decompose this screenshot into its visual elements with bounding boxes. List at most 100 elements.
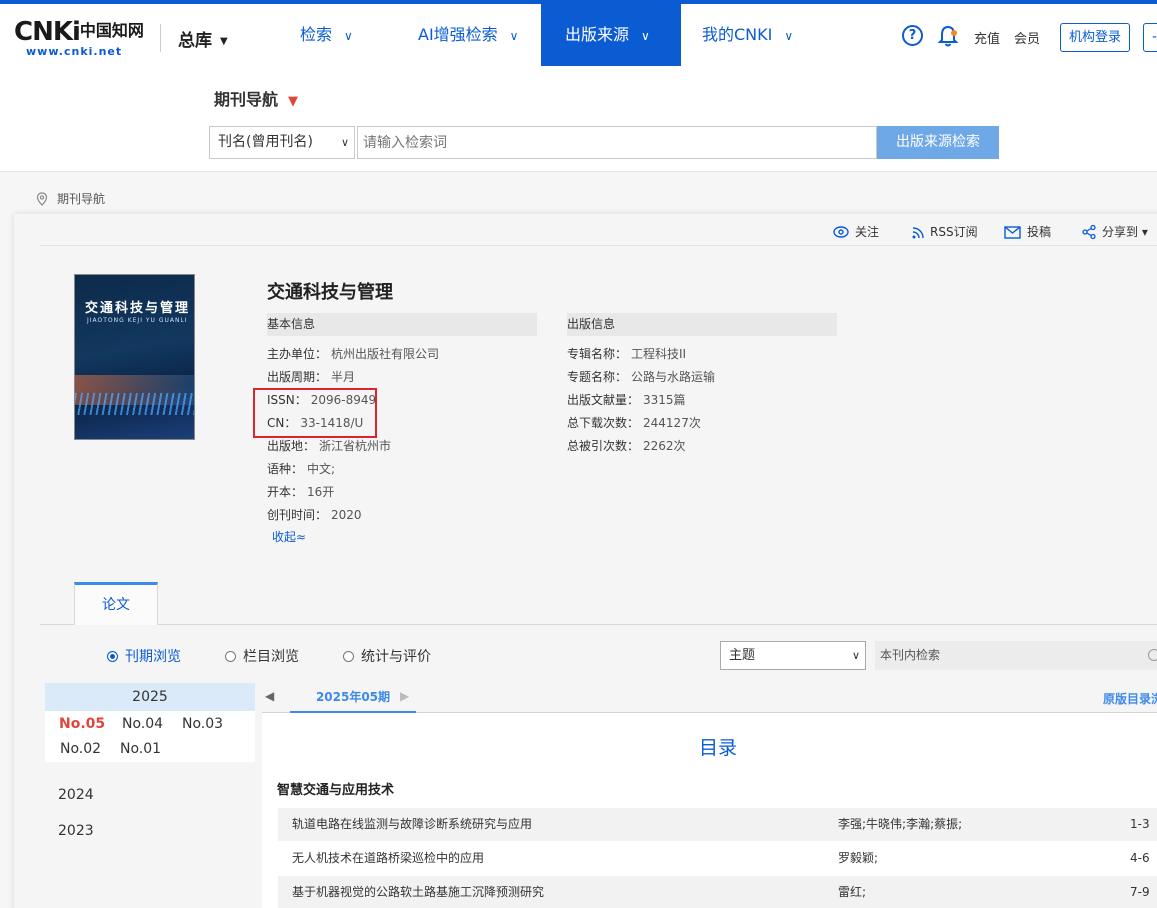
share-button[interactable]: 分享到 ▾ [1082,223,1148,240]
info-frequency: 出版周期： 半月 [267,370,356,384]
toc-column-heading: 智慧交通与应用技术 [277,783,395,798]
recharge-link[interactable]: 充值 [974,28,1000,47]
institution-login-button[interactable]: 机构登录 [1060,23,1130,52]
chevron-down-icon: ∨ [851,649,860,662]
radio-issue-browse[interactable]: 刊期浏览 [107,646,181,666]
article-pages: 7-9 [1130,885,1150,899]
original-toc-link[interactable]: 原版目录浏 [1103,690,1157,707]
issue-tabbar: ◀ 2025年05期 ▶ 原版目录浏 [262,683,1157,713]
info-article-count: 出版文献量： 3315篇 [567,393,686,407]
logo-url: www.cnki.net [26,45,123,58]
breadcrumb: 期刊导航 [36,190,105,207]
issue-no04[interactable]: No.04 [122,716,163,732]
tabs-divider [40,624,1157,625]
year-2023[interactable]: 2023 [58,823,94,839]
toc-content: 目录 智慧交通与应用技术 轨道电路在线监测与故障诊断系统研究与应用 李强;牛晓伟… [262,713,1157,908]
radio-column-browse[interactable]: 栏目浏览 [225,646,299,666]
cover-title: 交通科技与管理 [85,301,191,316]
info-sponsor: 主办单位： 杭州出版社有限公司 [267,347,440,361]
in-journal-search-input[interactable]: 本刊内检索 [875,641,1157,670]
chevron-down-icon: ∨ [784,29,794,43]
info-format: 开本： 16开 [267,485,335,499]
top-navbar: CNKi中国知网 www.cnki.net 总库 ▼ 检索 ∨ AI增强检索 ∨ 出版… [0,0,1157,66]
follow-button[interactable]: 关注 [833,223,879,240]
publication-info-heading: 出版信息 [567,313,837,336]
journal-title: 交通科技与管理 [267,282,393,303]
member-link[interactable]: 会员 [1014,28,1040,47]
issue-no03[interactable]: No.03 [182,716,223,732]
journal-card: 关注 RSS订阅 投稿 分享到 ▾ 交通科技与管理 JIAOTONG KEJI … [14,214,1157,908]
year-issue-panel: 2025 No.05 No.04 No.03 No.02 No.01 2024 … [45,683,255,908]
prev-issue-icon[interactable]: ◀ [265,689,274,703]
next-issue-icon[interactable]: ▶ [400,689,409,703]
nav-search[interactable]: 检索 ∨ [278,4,388,66]
table-row: 基于机器视觉的公路软土路基施工沉降预测研究 雷红; 7-9 [278,876,1157,908]
search-field-select[interactable]: 刊名(曾用刊名) ∨ [209,126,355,159]
table-row: 无人机技术在道路桥梁巡检中的应用 罗毅颖; 4-6 [278,842,1157,875]
issue-no01[interactable]: No.01 [120,741,161,757]
journal-nav-dropdown[interactable]: 期刊导航 ▼ [214,86,298,110]
rss-button[interactable]: RSS订阅 [912,223,978,240]
logo-cn-text: 中国知网 [79,21,144,40]
share-icon [1082,224,1096,240]
chevron-down-icon: ∨ [340,136,349,149]
breadcrumb-current[interactable]: 期刊导航 [57,192,105,206]
rss-icon [912,227,924,239]
chevron-down-icon: ∨ [641,29,650,43]
info-founded: 创刊时间： 2020 [267,508,362,522]
topic-select[interactable]: 主题 ∨ [720,641,866,670]
nav-publication-source[interactable]: 出版来源 ∨ [541,4,681,66]
article-authors[interactable]: 李强;牛晓伟;李瀚;蔡振; [838,808,962,841]
help-icon[interactable]: ? [902,25,923,46]
radio-dot [225,651,236,662]
journal-cover-image: 交通科技与管理 JIAOTONG KEJI YU GUANLI [74,274,195,440]
submit-button[interactable]: 投稿 [1004,223,1051,240]
mail-icon [1004,226,1021,239]
location-pin-icon [36,192,48,206]
eye-icon [833,226,849,238]
logo-text: CNKi [14,17,81,47]
nav-my-cnki[interactable]: 我的CNKI ∨ [681,4,821,66]
article-title[interactable]: 基于机器视觉的公路软土路基施工沉降预测研究 [292,876,544,908]
article-pages: 1-3 [1130,817,1150,831]
article-authors[interactable]: 罗毅颖; [838,842,878,875]
chevron-down-icon: ∨ [344,29,353,43]
caret-down-icon: ▼ [220,36,228,47]
personal-login-button[interactable]: - [1143,23,1157,52]
search-band: 期刊导航▼ 刊名(曾用刊名)∨ 出版来源检索 [0,66,1157,172]
chevron-down-icon: ∨ [509,29,519,43]
current-issue-tab[interactable]: 2025年05期 [290,683,416,713]
issn-cn-highlight-box [253,388,377,438]
cover-pinyin: JIAOTONG KEJI YU GUANLI [87,317,188,324]
info-citations: 总被引次数： 2262次 [567,439,686,453]
collapse-link[interactable]: 收起≈ [272,528,306,545]
article-title[interactable]: 轨道电路在线监测与故障诊断系统研究与应用 [292,808,532,841]
year-2024[interactable]: 2024 [58,787,94,803]
search-input[interactable] [357,126,877,159]
search-icon[interactable] [1148,649,1157,661]
tab-papers[interactable]: 论文 [74,582,158,625]
table-row: 轨道电路在线监测与故障诊断系统研究与应用 李强;牛晓伟;李瀚;蔡振; 1-3 [278,808,1157,841]
bell-icon[interactable] [937,24,959,48]
cnki-logo[interactable]: CNKi中国知网 www.cnki.net [14,17,144,58]
info-topic: 专题名称： 公路与水路运输 [567,370,716,384]
radio-dot [107,651,118,662]
publication-search-button[interactable]: 出版来源检索 [877,126,999,159]
notification-dot [951,30,957,36]
basic-info-heading: 基本信息 [267,313,537,336]
database-select[interactable]: 总库 ▼ [178,26,228,51]
issue-list: No.05 No.04 No.03 No.02 No.01 [45,711,255,762]
info-downloads: 总下载次数： 244127次 [567,416,701,430]
article-authors[interactable]: 雷红; [838,876,866,908]
toc-title: 目录 [698,737,737,759]
year-current[interactable]: 2025 [45,683,255,711]
info-place: 出版地： 浙江省杭州市 [267,439,392,453]
article-pages: 4-6 [1130,851,1150,865]
issue-no02[interactable]: No.02 [60,741,101,757]
article-title[interactable]: 无人机技术在道路桥梁巡检中的应用 [292,842,484,875]
radio-stats-eval[interactable]: 统计与评价 [343,646,431,666]
nav-ai-search[interactable]: AI增强检索 ∨ [398,4,538,66]
issue-no05[interactable]: No.05 [59,716,105,732]
triangle-down-icon: ▼ [288,94,299,109]
info-album: 专辑名称： 工程科技II [567,347,687,361]
